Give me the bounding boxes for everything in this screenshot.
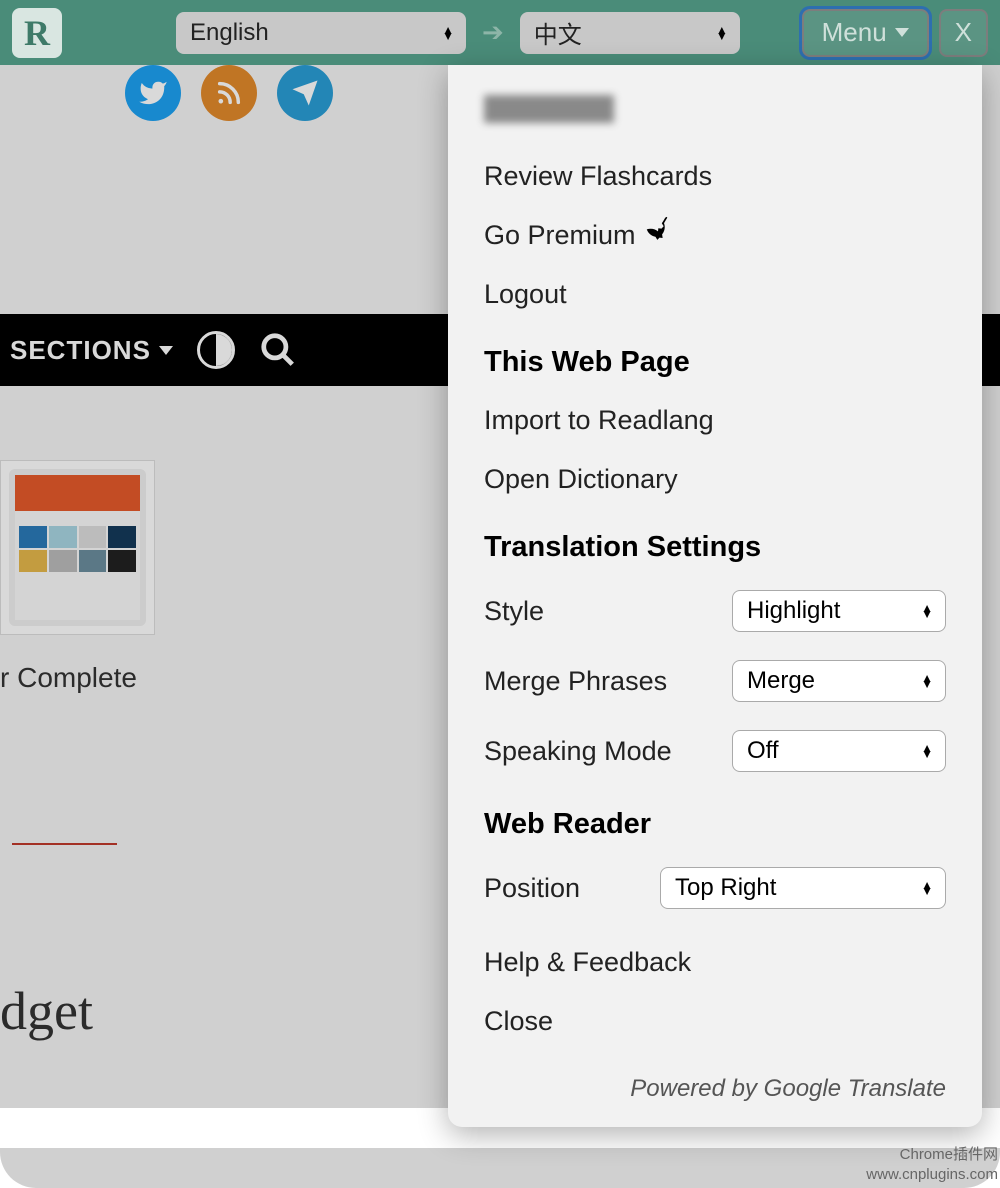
- open-dictionary-link[interactable]: Open Dictionary: [484, 450, 946, 509]
- speaking-mode-setting-row: Speaking Mode Off ▲▼: [484, 716, 946, 786]
- caret-down-icon: [895, 28, 909, 37]
- go-premium-label: Go Premium: [484, 220, 636, 250]
- speaking-label: Speaking Mode: [484, 736, 672, 767]
- merge-select[interactable]: Merge ▲▼: [732, 660, 946, 702]
- position-setting-row: Position Top Right ▲▼: [484, 853, 946, 923]
- help-feedback-link[interactable]: Help & Feedback: [484, 933, 946, 992]
- rocket-icon: [644, 217, 677, 254]
- menu-dropdown-panel: Review Flashcards Go Premium Logout This…: [448, 65, 982, 1127]
- style-select[interactable]: Highlight ▲▼: [732, 590, 946, 632]
- position-value: Top Right: [675, 874, 776, 902]
- logout-link[interactable]: Logout: [484, 265, 946, 324]
- target-language-value: 中文: [534, 15, 582, 50]
- merge-label: Merge Phrases: [484, 666, 667, 697]
- web-reader-header: Web Reader: [484, 786, 946, 853]
- speaking-select[interactable]: Off ▲▼: [732, 730, 946, 772]
- close-button-label: X: [955, 17, 972, 48]
- go-premium-link[interactable]: Go Premium: [484, 206, 946, 265]
- select-arrows-icon: ▲▼: [716, 27, 728, 39]
- footer-credit: Chrome插件网 www.cnplugins.com: [866, 1145, 998, 1184]
- arrow-right-icon: ➔: [478, 17, 508, 48]
- select-arrows-icon: ▲▼: [442, 27, 454, 39]
- menu-button-label: Menu: [822, 17, 887, 48]
- merge-value: Merge: [747, 667, 815, 695]
- translator-top-bar: R English ▲▼ ➔ 中文 ▲▼ Menu X: [0, 0, 1000, 65]
- this-web-page-header: This Web Page: [484, 324, 946, 391]
- review-flashcards-link[interactable]: Review Flashcards: [484, 147, 946, 206]
- style-label: Style: [484, 596, 544, 627]
- username-obscured: [484, 95, 614, 123]
- footer-line1: Chrome插件网: [866, 1145, 998, 1165]
- translation-settings-header: Translation Settings: [484, 509, 946, 576]
- select-arrows-icon: ▲▼: [921, 605, 933, 617]
- speaking-value: Off: [747, 737, 779, 765]
- footer-line2: www.cnplugins.com: [866, 1165, 998, 1185]
- style-setting-row: Style Highlight ▲▼: [484, 576, 946, 646]
- readlang-logo[interactable]: R: [12, 8, 62, 58]
- position-label: Position: [484, 873, 580, 904]
- close-menu-link[interactable]: Close: [484, 992, 946, 1051]
- select-arrows-icon: ▲▼: [921, 882, 933, 894]
- merge-phrases-setting-row: Merge Phrases Merge ▲▼: [484, 646, 946, 716]
- style-value: Highlight: [747, 597, 840, 625]
- close-button[interactable]: X: [939, 9, 988, 57]
- import-to-readlang-link[interactable]: Import to Readlang: [484, 391, 946, 450]
- select-arrows-icon: ▲▼: [921, 675, 933, 687]
- source-language-select[interactable]: English ▲▼: [176, 12, 466, 54]
- menu-button[interactable]: Menu: [802, 9, 929, 57]
- source-language-value: English: [190, 19, 269, 47]
- select-arrows-icon: ▲▼: [921, 745, 933, 757]
- powered-by-text: Powered by Google Translate: [484, 1075, 946, 1103]
- position-select[interactable]: Top Right ▲▼: [660, 867, 946, 909]
- target-language-select[interactable]: 中文 ▲▼: [520, 12, 740, 54]
